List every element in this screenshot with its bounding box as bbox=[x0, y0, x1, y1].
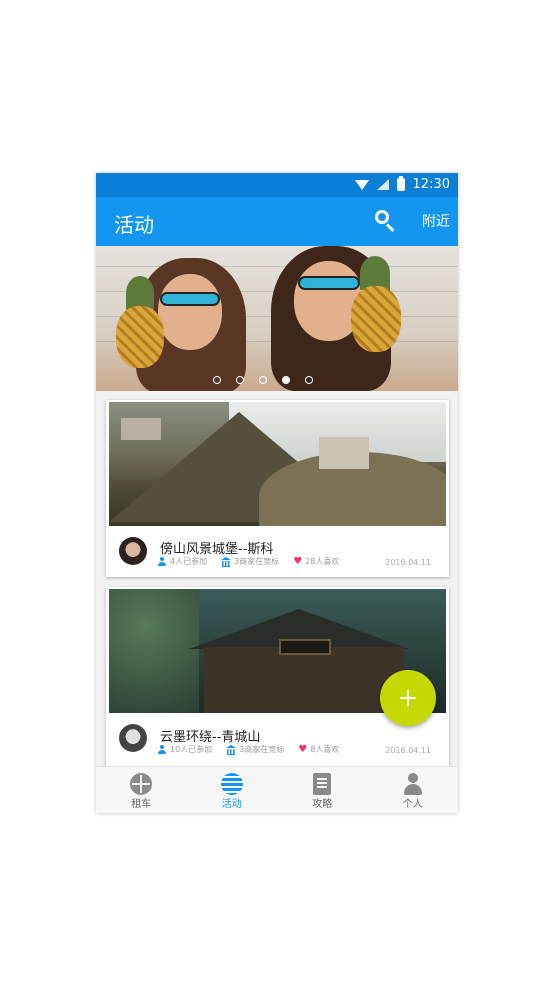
heart-icon[interactable]: ♥ bbox=[298, 745, 307, 755]
banner-carousel[interactable] bbox=[96, 246, 458, 391]
person-icon bbox=[403, 773, 422, 795]
tab-label: 活动 bbox=[221, 799, 242, 810]
guide-icon bbox=[313, 773, 332, 795]
activity-icon bbox=[220, 773, 243, 795]
tab-car-rental[interactable]: 租车 bbox=[96, 767, 187, 813]
participants-count: 4人已参加 bbox=[170, 557, 208, 566]
tab-label: 租车 bbox=[131, 799, 152, 810]
phone-screen: 12:30 活动 附近 傍山风景城堡--斯科 4人已参加 3商家在竞标 ♥ 28… bbox=[96, 173, 458, 813]
tab-label: 攻略 bbox=[312, 799, 333, 810]
status-time: 12:30 bbox=[412, 177, 450, 192]
nearby-button[interactable]: 附近 bbox=[422, 211, 450, 231]
activity-title: 傍山风景城堡--斯科 bbox=[160, 542, 274, 557]
merchants-count: 3商家在竞标 bbox=[239, 745, 285, 754]
tab-label: 个人 bbox=[402, 799, 423, 810]
likes-count: 28人喜欢 bbox=[305, 557, 340, 566]
wifi-icon bbox=[354, 179, 369, 190]
page-title: 活动 bbox=[114, 213, 154, 237]
tab-profile[interactable]: 个人 bbox=[368, 767, 459, 813]
carousel-dot[interactable] bbox=[259, 376, 267, 384]
carousel-dot[interactable] bbox=[236, 376, 244, 384]
merchants-count: 3商家在竞标 bbox=[234, 557, 280, 566]
activity-meta: 10人已参加 3商家在竞标 ♥ 8人喜欢 bbox=[157, 744, 339, 755]
avatar[interactable] bbox=[119, 724, 147, 752]
battery-icon bbox=[396, 176, 405, 191]
bottom-tab-bar: 租车 活动 攻略 个人 bbox=[96, 766, 458, 813]
tab-activity[interactable]: 活动 bbox=[187, 767, 278, 813]
person-icon bbox=[157, 557, 167, 566]
activity-photo bbox=[109, 402, 446, 526]
activity-card[interactable]: 傍山风景城堡--斯科 4人已参加 3商家在竞标 ♥ 28人喜欢 2016.04.… bbox=[106, 400, 449, 577]
pineapple-right bbox=[351, 286, 401, 352]
heart-icon[interactable]: ♥ bbox=[293, 557, 302, 567]
status-bar: 12:30 bbox=[96, 173, 458, 197]
person-icon bbox=[157, 745, 167, 754]
participants-count: 10人已参加 bbox=[170, 745, 213, 754]
merchant-icon bbox=[221, 557, 232, 567]
car-icon bbox=[130, 773, 153, 795]
tab-guide[interactable]: 攻略 bbox=[277, 767, 368, 813]
status-icons: 12:30 bbox=[354, 176, 450, 192]
activity-meta: 4人已参加 3商家在竞标 ♥ 28人喜欢 bbox=[157, 556, 339, 567]
app-bar: 活动 附近 bbox=[96, 197, 458, 246]
carousel-dot[interactable] bbox=[213, 376, 221, 384]
carousel-dot[interactable] bbox=[305, 376, 313, 384]
activity-title: 云墨环绕--青城山 bbox=[160, 730, 261, 745]
activity-date: 2016.04.11 bbox=[385, 746, 431, 755]
avatar[interactable] bbox=[119, 537, 147, 565]
carousel-indicator bbox=[213, 376, 313, 384]
search-icon[interactable] bbox=[374, 209, 396, 232]
carousel-dot-active[interactable] bbox=[282, 376, 290, 384]
likes-count: 8人喜欢 bbox=[310, 745, 340, 754]
signal-icon bbox=[376, 179, 389, 190]
add-activity-button[interactable] bbox=[380, 670, 436, 726]
activity-date: 2016.04.11 bbox=[385, 558, 431, 567]
merchant-icon bbox=[226, 745, 237, 755]
pineapple-left bbox=[116, 306, 164, 368]
